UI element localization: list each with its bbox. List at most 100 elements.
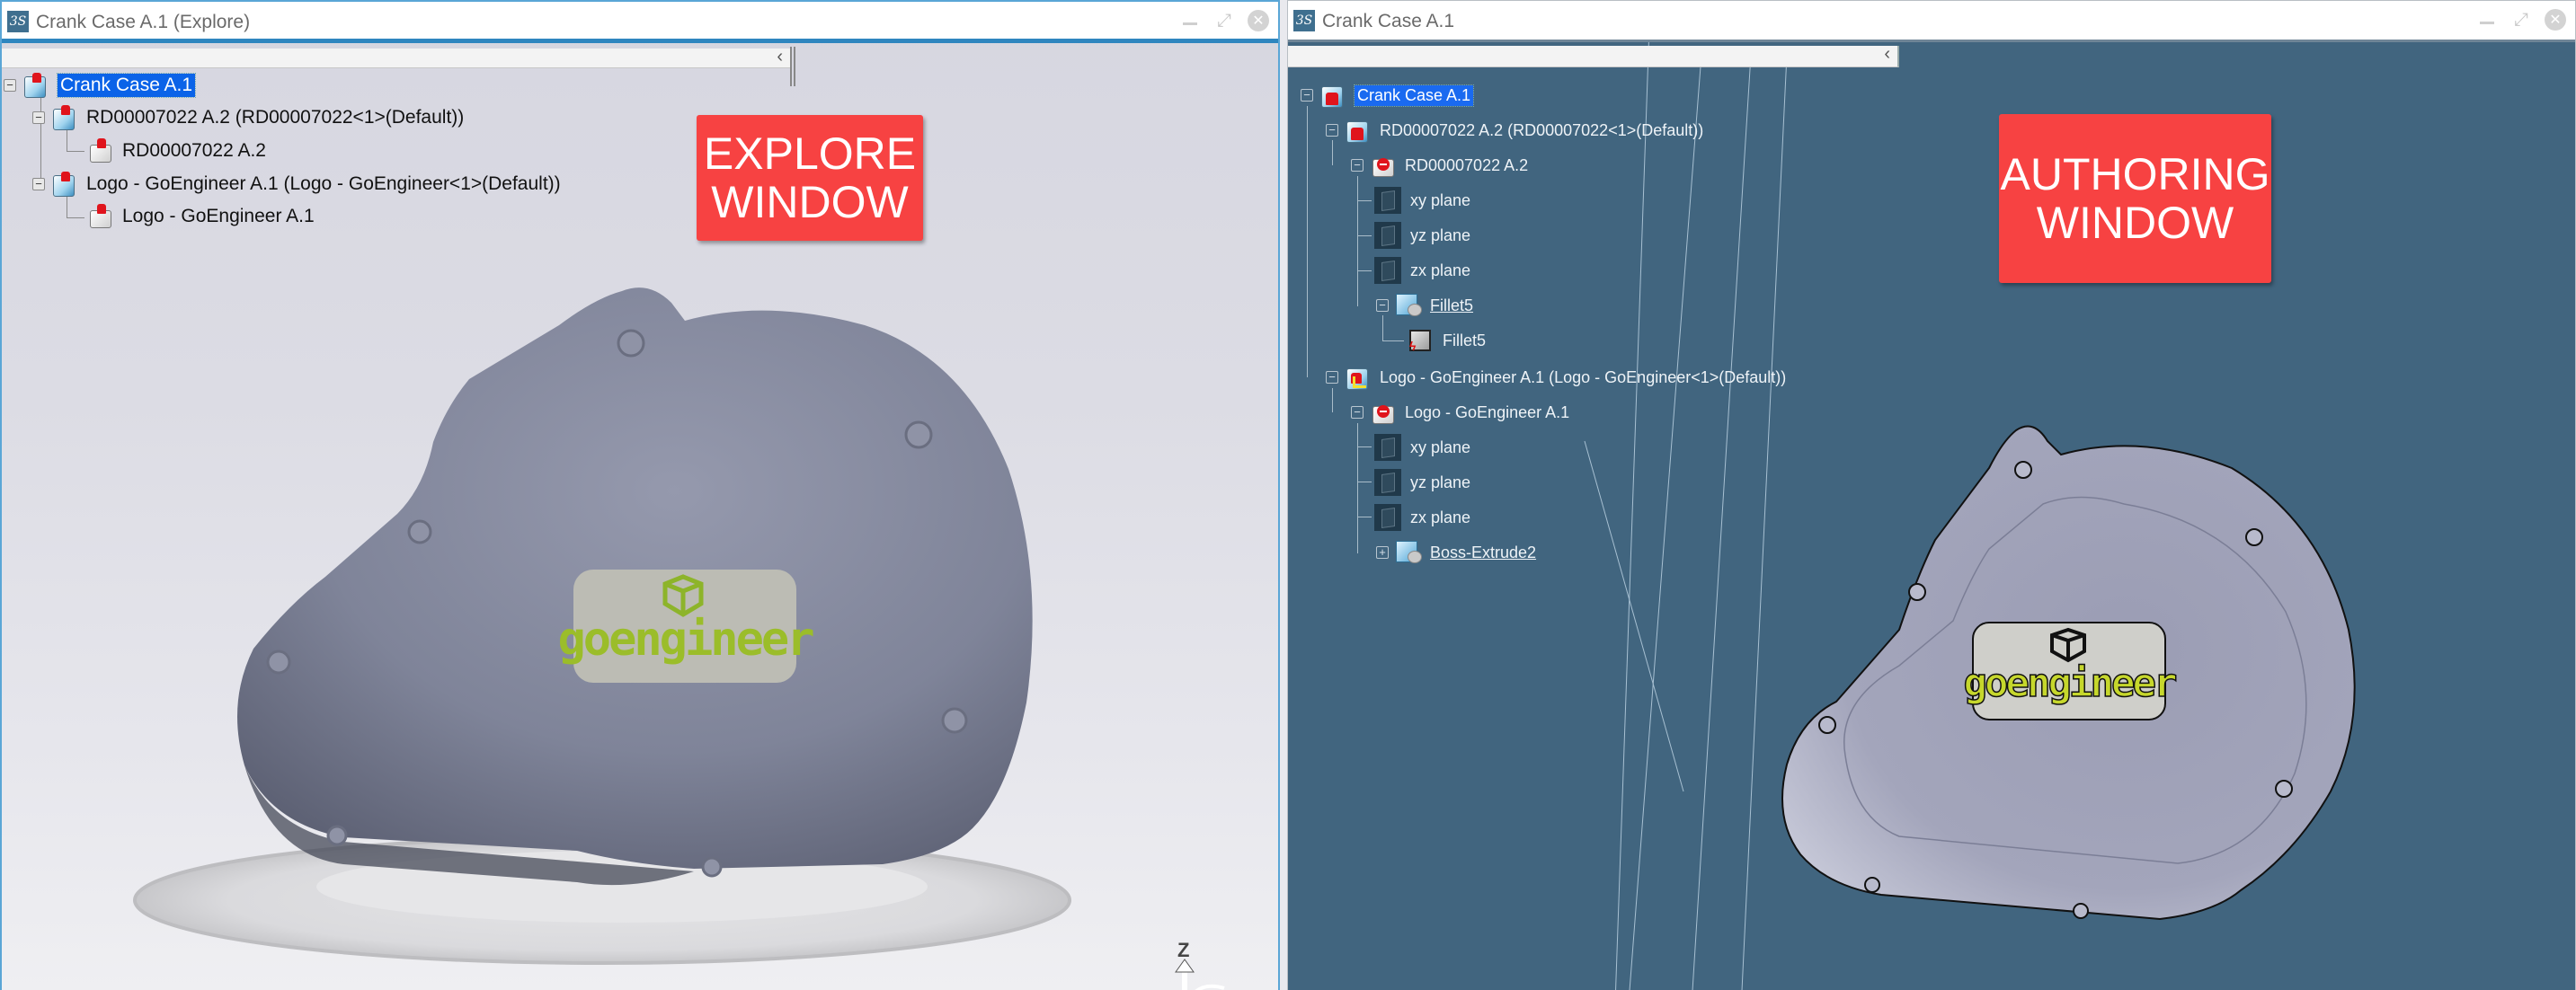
collapse-tree-button[interactable]: ‹	[777, 47, 783, 67]
boss-hole	[326, 825, 348, 846]
window-title: Crank Case A.1 (Explore)	[36, 12, 251, 32]
callout-line-1: EXPLORE	[703, 128, 917, 179]
boss-hole	[2245, 528, 2263, 546]
boss-hole	[2014, 461, 2032, 479]
feature-icon	[1394, 539, 1422, 566]
tree-node[interactable]: yz plane	[1374, 222, 1470, 249]
tree-node-label[interactable]: Crank Case A.1	[1353, 84, 1475, 107]
tree-node[interactable]: − Crank Case A.1	[4, 72, 197, 99]
authoring-window[interactable]: goengineer 3S Crank Case A.1 ⤢ ✕ ‹ − Cra…	[1287, 0, 2576, 990]
locked-part-icon	[86, 203, 113, 230]
construction-line	[1629, 54, 1702, 990]
logo-text: goengineer	[557, 613, 813, 667]
close-icon[interactable]: ✕	[2545, 9, 2566, 31]
authoring-title-bar[interactable]: 3S Crank Case A.1 ⤢ ✕	[1288, 1, 2575, 42]
maximize-icon[interactable]: ⤢	[2510, 9, 2532, 31]
collapse-icon[interactable]: −	[1351, 406, 1364, 419]
locked-product-icon	[1319, 82, 1346, 109]
boss-hole	[2073, 903, 2089, 919]
tree-node[interactable]: − RD00007022 A.2 (RD00007022<1>(Default)…	[32, 104, 464, 131]
collapse-icon[interactable]: −	[32, 111, 45, 124]
minimize-icon[interactable]	[1179, 10, 1201, 31]
tree-node[interactable]: − Logo - GoEngineer A.1	[1351, 399, 1569, 426]
tree-node[interactable]: − RD00007022 A.2	[1351, 152, 1528, 179]
tree-node-label[interactable]: Fillet5	[1443, 331, 1486, 350]
construction-line	[1584, 440, 1684, 792]
tree-node-label[interactable]: Logo - GoEngineer A.1 (Logo - GoEngineer…	[86, 173, 561, 195]
logo-text: goengineer	[1964, 660, 2176, 706]
maximize-icon[interactable]: ⤢	[1213, 10, 1235, 31]
tree-node[interactable]: zx plane	[1374, 504, 1470, 531]
tree-node[interactable]: zx plane	[1374, 257, 1470, 284]
tree-node[interactable]: Fillet5	[1407, 327, 1486, 354]
explore-window-callout: EXPLORE WINDOW	[697, 115, 923, 241]
boss-hole	[904, 420, 933, 449]
explore-title-bar[interactable]: 3S Crank Case A.1 (Explore) ⤢ ✕	[2, 2, 1278, 43]
body-icon	[1407, 327, 1434, 354]
tree-node-label[interactable]: yz plane	[1410, 226, 1470, 245]
collapse-icon[interactable]: −	[1301, 89, 1313, 102]
feature-icon	[1394, 292, 1422, 319]
tree-node-label[interactable]: xy plane	[1410, 191, 1470, 210]
tree-node-label[interactable]: Fillet5	[1430, 296, 1473, 315]
boss-hole	[266, 650, 291, 675]
collapse-icon[interactable]: −	[1326, 124, 1338, 137]
tree-node-label[interactable]: Boss-Extrude2	[1430, 544, 1536, 562]
collapse-icon[interactable]: −	[1351, 159, 1364, 172]
tree-node[interactable]: xy plane	[1374, 434, 1470, 461]
tree-node-label[interactable]: RD00007022 A.2	[1405, 156, 1528, 175]
callout-line-2: WINDOW	[711, 177, 909, 227]
tree-node-label[interactable]: RD00007022 A.2	[122, 140, 266, 162]
3ds-logo-icon: 3S	[7, 11, 29, 32]
collapse-icon[interactable]: −	[32, 178, 45, 190]
tree-node[interactable]: yz plane	[1374, 469, 1470, 496]
locked-product-icon	[22, 72, 49, 99]
tree-node[interactable]: xy plane	[1374, 187, 1470, 214]
splitter-handle[interactable]	[790, 47, 795, 86]
collapse-tree-button[interactable]: ‹	[1884, 44, 1890, 65]
tree-node-label[interactable]: zx plane	[1410, 261, 1470, 280]
tree-node[interactable]: + Boss-Extrude2	[1376, 539, 1536, 566]
tree-node[interactable]: RD00007022 A.2	[86, 137, 266, 164]
explore-window[interactable]: goengineer Z 3S Crank Case A.1 (Explore)…	[0, 0, 1280, 990]
tree-node[interactable]: − RD00007022 A.2 (RD00007022<1>(Default)…	[1326, 117, 1703, 144]
tree-node-label[interactable]: Crank Case A.1	[56, 73, 197, 98]
tree-node[interactable]: − Crank Case A.1	[1301, 82, 1475, 109]
tree-node-label[interactable]: RD00007022 A.2 (RD00007022<1>(Default))	[86, 107, 464, 128]
tree-node-label[interactable]: xy plane	[1410, 438, 1470, 457]
3ds-logo-icon: 3S	[1293, 10, 1315, 31]
tree-node-label[interactable]: Logo - GoEngineer A.1 (Logo - GoEngineer…	[1380, 368, 1786, 387]
tree-node[interactable]: Logo - GoEngineer A.1	[86, 203, 315, 230]
collapse-icon[interactable]: −	[1326, 371, 1338, 384]
window-title: Crank Case A.1	[1322, 11, 1455, 31]
boss-hole	[407, 519, 432, 544]
tree-toolbar: ‹	[2, 47, 790, 68]
collapse-icon[interactable]: −	[1376, 299, 1389, 312]
z-axis-label: Z	[1177, 939, 1190, 961]
tree-node[interactable]: − Logo - GoEngineer A.1 (Logo - GoEngine…	[32, 171, 561, 198]
boss-hole	[1908, 583, 1926, 601]
expand-icon[interactable]: +	[1376, 546, 1389, 559]
tree-node-label[interactable]: Logo - GoEngineer A.1	[1405, 403, 1569, 422]
authoring-window-callout: AUTHORING WINDOW	[1999, 114, 2271, 283]
callout-line-2: WINDOW	[2036, 198, 2234, 248]
locked-part-icon	[86, 137, 113, 164]
close-icon[interactable]: ✕	[1248, 10, 1269, 31]
tree-node-label[interactable]: zx plane	[1410, 508, 1470, 527]
tree-node-label[interactable]: yz plane	[1410, 473, 1470, 492]
tree-node-label[interactable]: Logo - GoEngineer A.1	[122, 206, 315, 227]
plane-icon	[1374, 469, 1401, 496]
plane-icon	[1374, 187, 1401, 214]
tree-node[interactable]: − Logo - GoEngineer A.1 (Logo - GoEngine…	[1326, 364, 1786, 391]
boss-hole	[1818, 716, 1836, 734]
tree-node-label[interactable]: RD00007022 A.2 (RD00007022<1>(Default))	[1380, 121, 1703, 140]
minimize-icon[interactable]	[2476, 9, 2498, 31]
authoring-3d-viewport[interactable]: goengineer	[1288, 1, 2575, 990]
boss-hole	[701, 856, 723, 878]
boss-hole	[2275, 780, 2293, 798]
tree-node[interactable]: − Fillet5	[1376, 292, 1473, 319]
product-instance-authoring-icon	[1344, 364, 1371, 391]
collapse-icon[interactable]: −	[4, 79, 16, 92]
boss-hole	[941, 707, 968, 734]
locked-product-instance-icon	[50, 171, 77, 198]
